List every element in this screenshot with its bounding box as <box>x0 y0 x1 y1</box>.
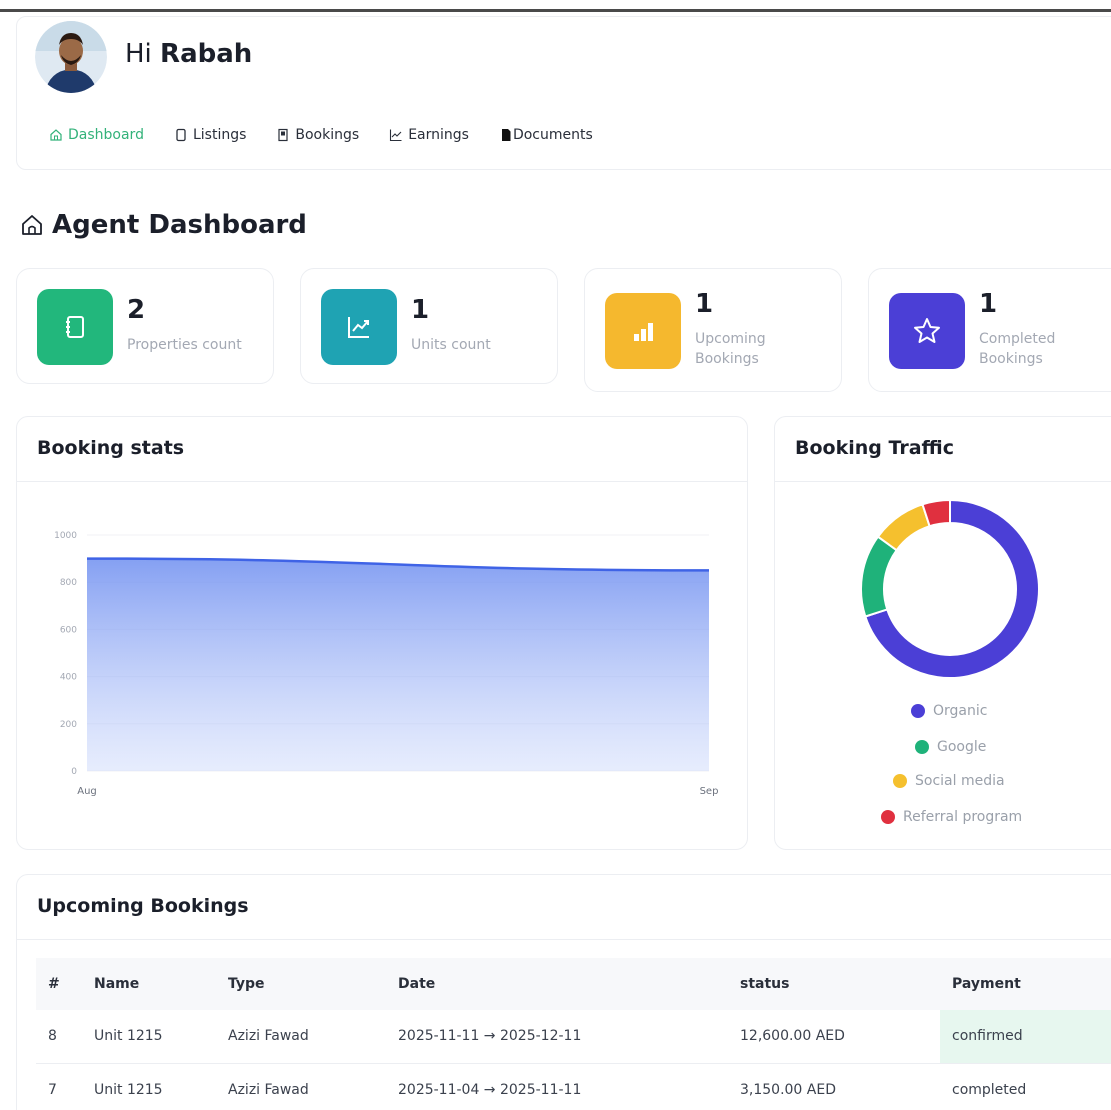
y-tick-label: 600 <box>60 625 77 635</box>
nav-dashboard-label: Dashboard <box>68 127 144 143</box>
cell-payment: completed <box>940 1063 1111 1110</box>
panel-title: Upcoming Bookings <box>37 895 249 917</box>
booking-stats-chart: 1000 800 600 400 200 0 Aug Sep <box>54 531 719 797</box>
bookmark-icon <box>278 128 288 142</box>
y-tick-label: 1000 <box>54 531 77 541</box>
donut-slice-social-media[interactable] <box>876 503 931 552</box>
user-name: Rabah <box>160 39 253 69</box>
legend-dot <box>893 774 907 788</box>
x-tick-label: Aug <box>77 786 97 797</box>
profile-header-card: Hi Rabah Dashboard Listings Bookings Ear… <box>16 16 1111 170</box>
booking-stats-panel: Booking stats 1000 800 600 400 200 0 Aug Sep <box>16 416 748 850</box>
y-tick-label: 0 <box>71 767 77 777</box>
nav-bookings-label: Bookings <box>295 127 360 143</box>
avatar[interactable] <box>35 21 107 93</box>
legend-label: Google <box>937 739 987 755</box>
nav-bookings[interactable]: Bookings <box>276 127 359 143</box>
main-nav: Dashboard Listings Bookings Earnings Doc… <box>49 127 593 143</box>
legend-item-google[interactable]: Google <box>915 739 986 755</box>
nav-documents[interactable]: Documents <box>499 127 593 143</box>
cell-name: Unit 1215 <box>82 1063 216 1110</box>
stat-card-properties: 2 Properties count <box>16 268 274 384</box>
nav-listings[interactable]: Listings <box>174 127 246 143</box>
booking-traffic-donut <box>860 498 1040 679</box>
cell-status: 12,600.00 AED <box>728 1010 940 1064</box>
stat-value: 1 <box>979 289 998 319</box>
stat-label: Completed Bookings <box>979 331 1056 367</box>
star-icon <box>889 293 965 369</box>
document-icon <box>176 128 186 142</box>
nav-earnings-label: Earnings <box>408 127 469 143</box>
cell-id: 8 <box>36 1010 82 1064</box>
x-tick-label: Sep <box>700 786 719 797</box>
legend-dot <box>911 704 925 718</box>
stat-value: 1 <box>695 289 714 319</box>
chart-line-icon <box>390 129 402 142</box>
stat-card-units: 1 Units count <box>300 268 558 384</box>
area-series-fill <box>87 558 709 771</box>
table-row[interactable]: 8 Unit 1215 Azizi Fawad 2025-11-11 → 202… <box>36 1010 1111 1064</box>
stat-value: 1 <box>411 295 430 325</box>
column-header: Name <box>82 958 216 1010</box>
legend-label: Referral program <box>903 809 1023 825</box>
table-header-row: # Name Type Date status Payment <box>36 958 1111 1010</box>
y-tick-label: 800 <box>60 578 77 588</box>
legend-item-social-media[interactable]: Social media <box>893 773 1005 789</box>
booking-traffic-panel: Booking Traffic Organic Google Social me… <box>774 416 1111 850</box>
page-title-text: Agent Dashboard <box>52 210 307 240</box>
page-title: Agent Dashboard <box>20 210 307 240</box>
notebook-icon <box>37 289 113 365</box>
column-header: Date <box>386 958 728 1010</box>
panel-title: Booking Traffic <box>795 437 954 459</box>
legend-dot <box>881 810 895 824</box>
file-icon <box>501 129 511 141</box>
stat-card-upcoming: 1 Upcoming Bookings <box>584 268 842 392</box>
greeting: Hi Rabah <box>125 39 252 69</box>
legend-item-organic[interactable]: Organic <box>911 703 987 719</box>
stat-label: Upcoming Bookings <box>695 331 766 367</box>
column-header: Payment <box>940 958 1111 1010</box>
divider <box>17 939 1111 940</box>
column-header: Type <box>216 958 386 1010</box>
column-header: # <box>36 958 82 1010</box>
window-top-border <box>0 0 1111 12</box>
stat-card-completed: 1 Completed Bookings <box>868 268 1111 392</box>
donut-slice-google[interactable] <box>860 535 899 618</box>
upcoming-bookings-table: # Name Type Date status Payment 8 Unit 1… <box>36 958 1111 1110</box>
cell-status: 3,150.00 AED <box>728 1063 940 1110</box>
cell-name: Unit 1215 <box>82 1010 216 1064</box>
y-tick-label: 400 <box>60 673 77 683</box>
cell-id: 7 <box>36 1063 82 1110</box>
cell-date: 2025-11-04 → 2025-11-11 <box>386 1063 728 1110</box>
trend-chart-icon <box>321 289 397 365</box>
nav-dashboard[interactable]: Dashboard <box>49 127 144 143</box>
bar-chart-icon <box>605 293 681 369</box>
legend-dot <box>915 740 929 754</box>
home-icon <box>22 215 42 235</box>
stat-label: Properties count <box>127 337 242 353</box>
stat-value: 2 <box>127 295 146 325</box>
table-row[interactable]: 7 Unit 1215 Azizi Fawad 2025-11-04 → 202… <box>36 1063 1111 1110</box>
legend-label: Organic <box>933 703 988 719</box>
column-header: status <box>728 958 940 1010</box>
cell-date: 2025-11-11 → 2025-12-11 <box>386 1010 728 1064</box>
legend-label: Social media <box>915 773 1005 789</box>
cell-payment-badge: confirmed <box>940 1010 1111 1064</box>
y-tick-label: 200 <box>60 720 77 730</box>
nav-earnings[interactable]: Earnings <box>389 127 469 143</box>
greeting-prefix: Hi <box>125 39 152 69</box>
stat-label: Units count <box>411 337 491 353</box>
nav-listings-label: Listings <box>192 127 247 143</box>
home-icon <box>50 129 62 141</box>
legend-item-referral-program[interactable]: Referral program <box>881 809 1022 825</box>
cell-type: Azizi Fawad <box>216 1010 386 1064</box>
cell-type: Azizi Fawad <box>216 1063 386 1110</box>
nav-documents-label: Documents <box>512 127 593 143</box>
